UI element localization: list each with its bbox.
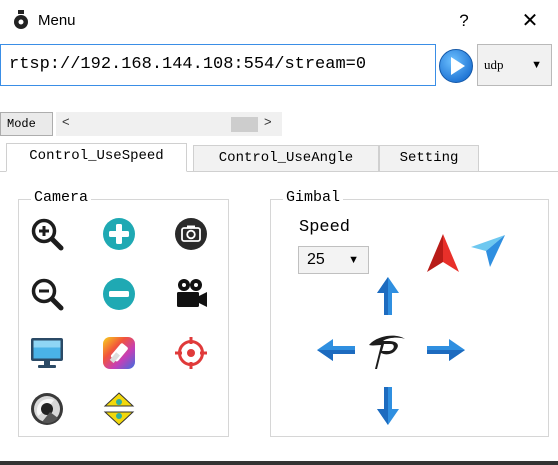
play-button[interactable] (438, 48, 474, 84)
close-button[interactable]: ✕ (517, 8, 543, 34)
zoom-out-icon[interactable] (30, 277, 64, 311)
zoom-in-icon[interactable] (30, 217, 64, 251)
camera-icon[interactable] (174, 217, 208, 251)
red-pointer-icon[interactable] (425, 233, 461, 273)
lens-icon[interactable] (30, 392, 64, 426)
gimbal-group-title: Gimbal (283, 189, 344, 206)
video-camera-icon[interactable] (174, 277, 208, 311)
tab-setting[interactable]: Setting (379, 145, 479, 172)
camera-group-title: Camera (31, 189, 92, 206)
scroll-left-arrow[interactable]: < (62, 114, 70, 129)
help-button[interactable]: ? (452, 8, 476, 34)
title-bar: Menu ? ✕ (0, 0, 558, 40)
gimbal-group: Gimbal Speed 25 ▼ (270, 189, 549, 437)
arrow-up-icon[interactable] (376, 276, 400, 316)
speed-label: Speed (299, 218, 351, 237)
app-icon (12, 10, 30, 30)
monitor-icon[interactable] (30, 336, 64, 370)
chevron-down-icon: ▼ (531, 59, 542, 71)
speed-select[interactable]: 25 ▼ (298, 246, 369, 274)
mode-row: Mode < > (0, 112, 558, 136)
blue-pointer-icon[interactable] (469, 233, 507, 269)
scroll-thumb[interactable] (231, 117, 258, 132)
plus-icon[interactable] (102, 217, 136, 251)
minus-icon[interactable] (102, 277, 136, 311)
color-palette-icon[interactable] (102, 336, 136, 370)
window-title: Menu (38, 12, 76, 29)
arrow-left-icon[interactable] (316, 338, 356, 362)
speed-value: 25 (307, 251, 325, 268)
tab-control-usespeed[interactable]: Control_UseSpeed (6, 143, 187, 172)
scroll-right-arrow[interactable]: > (264, 114, 272, 129)
arrow-down-icon[interactable] (376, 386, 400, 426)
horizontal-scrollbar[interactable]: < > (56, 112, 282, 136)
play-icon (439, 49, 473, 83)
arrow-right-icon[interactable] (426, 338, 466, 362)
protocol-select[interactable]: udp ▼ (477, 44, 552, 86)
protocol-value: udp (484, 57, 504, 72)
bottom-border (0, 461, 558, 465)
tab-control-useangle[interactable]: Control_UseAngle (193, 145, 379, 172)
mode-button[interactable]: Mode (0, 112, 53, 136)
chevron-down-icon: ▼ (348, 254, 359, 266)
tilt-arrows-icon[interactable] (102, 392, 136, 426)
tab-panel: Camera Gimbal Speed 25 ▼ (0, 171, 558, 465)
target-icon[interactable] (174, 336, 208, 370)
stream-url-input[interactable]: rtsp://192.168.144.108:554/stream=0 (0, 44, 436, 86)
logo-icon[interactable] (367, 331, 409, 371)
camera-group: Camera (18, 189, 229, 437)
